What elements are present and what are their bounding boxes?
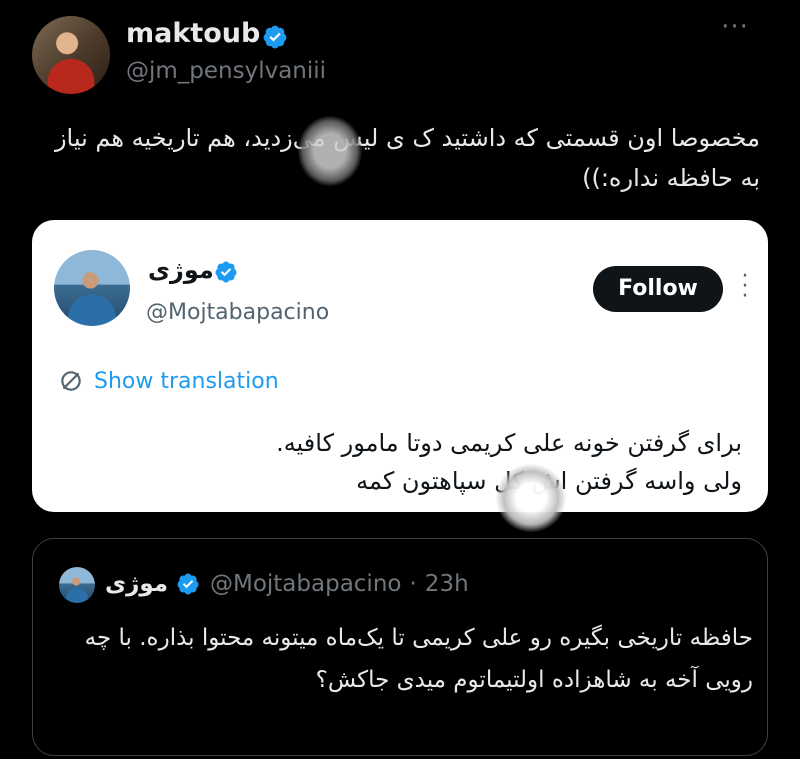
embed-handle: @Mojtabapacino <box>146 300 330 325</box>
embed-avatar <box>54 250 130 326</box>
author-handle[interactable]: @jm_pensylvaniii <box>126 58 326 84</box>
quote-avatar[interactable] <box>59 567 95 603</box>
verified-badge-icon <box>263 25 287 49</box>
quote-tweet-text: حافظه تاریخی بگیره رو علی کریمی تا یک‌ما… <box>84 625 753 693</box>
quote-handle: @Mojtabapacino <box>209 571 402 597</box>
follow-button: Follow <box>593 266 723 312</box>
show-translation-link: Show translation <box>58 366 279 396</box>
embed-text-line: برای گرفتن خونه علی کریمی دوتا مامور کاف… <box>276 429 742 457</box>
quote-timestamp[interactable]: 23h <box>425 571 469 597</box>
quoted-tweet[interactable]: موژی @Mojtabapacino · 23h حافظه تاریخی ب… <box>32 538 768 756</box>
translate-icon <box>61 371 81 391</box>
quote-separator: · <box>409 571 417 597</box>
verified-badge-icon <box>177 573 199 595</box>
more-options-icon[interactable]: ··· <box>718 14 752 42</box>
tweet-text: مخصوصا اون قسمتی که داشتید ک ی لیس می‌زد… <box>54 124 760 192</box>
verified-badge-icon <box>215 261 237 283</box>
embed-text-line: ولی واسه گرفتن اش کل سپاهتون کمه <box>356 467 742 495</box>
embed-tweet-text: برای گرفتن خونه علی کریمی دوتا مامور کاف… <box>52 424 742 500</box>
blur-overlay <box>496 464 566 532</box>
author-display-name[interactable]: maktoub <box>126 18 260 49</box>
quote-display-name: موژی <box>105 571 168 597</box>
blur-overlay <box>298 116 362 186</box>
embed-more-icon: · · · <box>741 264 749 309</box>
quote-header: موژی @Mojtabapacino · 23h <box>105 569 469 599</box>
embedded-tweet-screenshot[interactable]: موژی @Mojtabapacino Follow · · · Show tran… <box>32 220 768 512</box>
show-translation-label: Show translation <box>94 368 279 394</box>
embed-display-name: موژی <box>148 256 214 284</box>
author-avatar[interactable] <box>32 16 110 94</box>
